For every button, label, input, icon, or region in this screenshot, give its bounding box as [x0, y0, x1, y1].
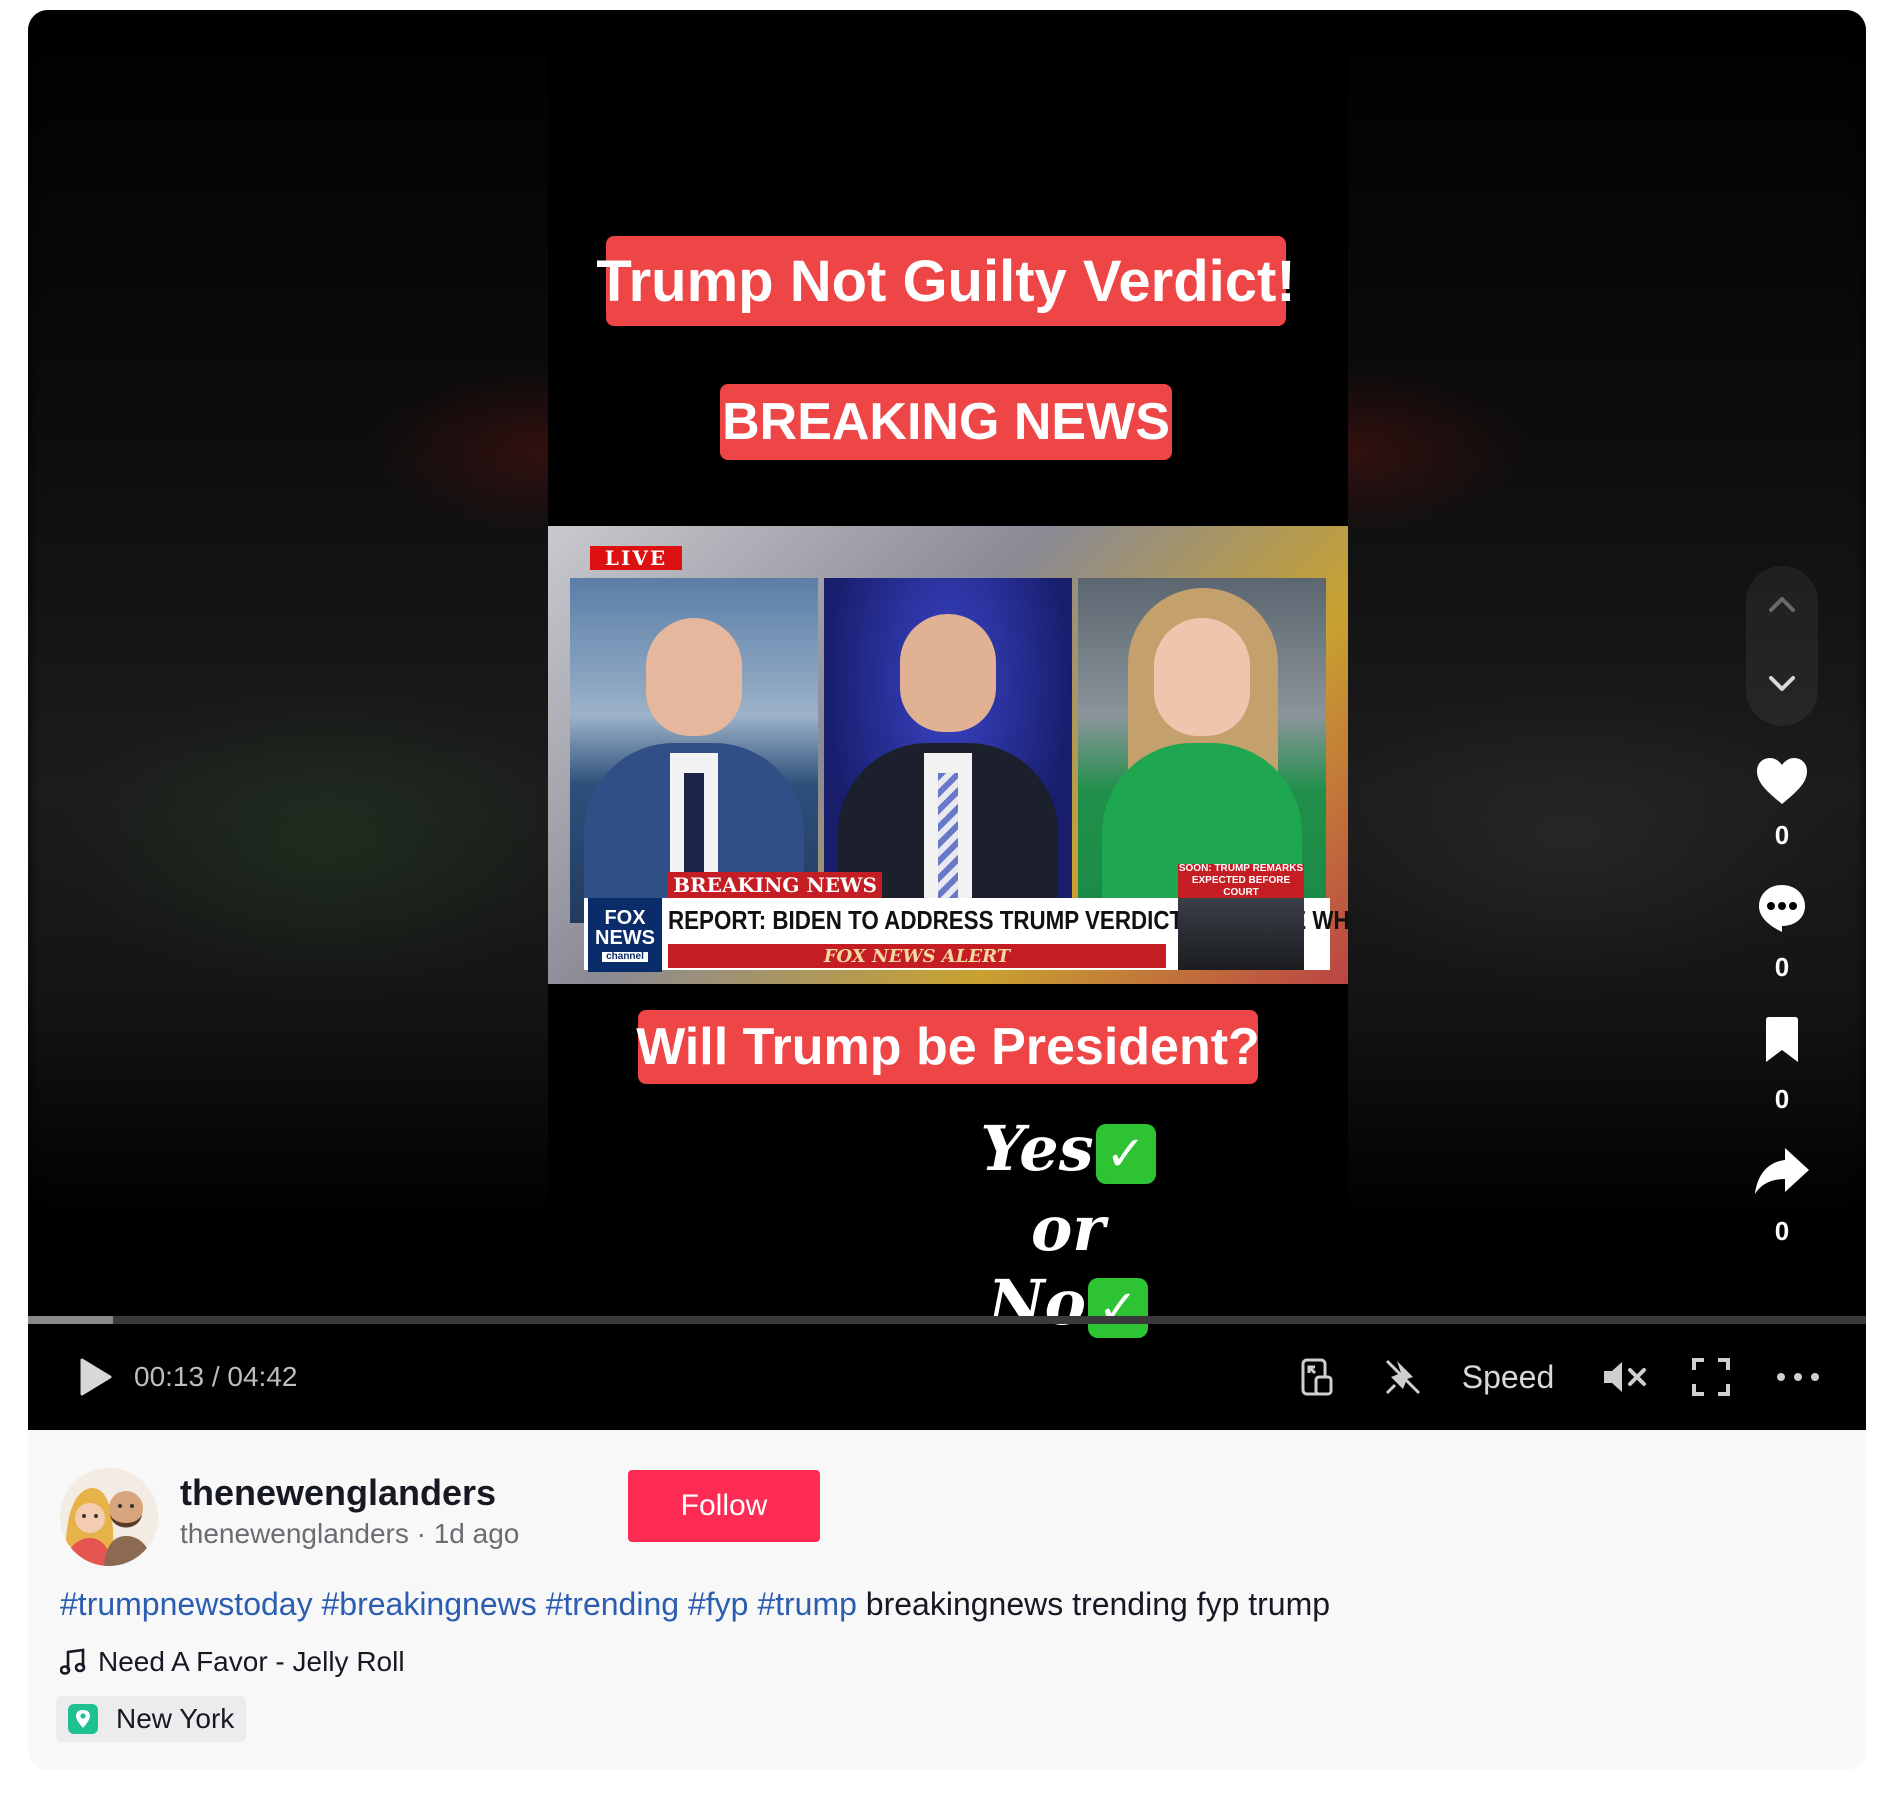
music-link[interactable]: Need A Favor - Jelly Roll — [60, 1646, 405, 1678]
broadcast-headline: REPORT: BIDEN TO ADDRESS TRUMP VERDICT F… — [668, 904, 1348, 935]
progress-bar[interactable] — [28, 1316, 1866, 1324]
news-broadcast-still: LIVE BREAKING NEWS FOX NEWS channel REPO… — [548, 526, 1348, 984]
chevron-up-icon — [1769, 597, 1795, 612]
hashtag-link[interactable]: #trumpnewstoday — [60, 1586, 313, 1622]
progress-fill — [28, 1316, 113, 1324]
hashtag-link[interactable]: #trump — [757, 1586, 857, 1622]
like-button[interactable] — [1746, 756, 1818, 806]
playback-time: 00:13 / 04:42 — [134, 1361, 298, 1392]
follow-button[interactable]: Follow — [628, 1470, 820, 1542]
hashtag-link[interactable]: #breakingnews — [321, 1586, 536, 1622]
more-options-button[interactable] — [1768, 1324, 1828, 1430]
author-meta: thenewenglanders · 1d ago — [180, 1518, 520, 1549]
broadcast-breaking-label: BREAKING NEWS — [668, 872, 882, 898]
comment-button[interactable] — [1746, 882, 1818, 934]
mini-player-button[interactable] — [1292, 1324, 1342, 1430]
play-icon — [80, 1358, 112, 1396]
next-video-button[interactable] — [1746, 654, 1818, 714]
comment-icon — [1759, 885, 1805, 932]
play-button[interactable] — [68, 1324, 124, 1430]
pin-off-icon — [1385, 1359, 1421, 1395]
picture-in-picture-icon — [1301, 1358, 1333, 1396]
location-tag[interactable]: New York — [56, 1696, 247, 1742]
hashtag-link[interactable]: #fyp — [688, 1586, 748, 1622]
share-button[interactable] — [1746, 1146, 1818, 1196]
chevron-down-icon — [1769, 676, 1795, 691]
more-dots-icon — [1777, 1373, 1819, 1381]
author-avatar[interactable] — [60, 1468, 158, 1566]
video-player[interactable]: Trump Not Guilty Verdict! BREAKING NEWS … — [28, 10, 1866, 1430]
poll-or: or — [1030, 1192, 1106, 1265]
overlay-question: Will Trump be President? — [636, 1010, 1260, 1084]
share-arrow-icon — [1755, 1148, 1809, 1194]
check-mark-icon: ✓ — [1095, 1124, 1156, 1184]
broadcast-side-note: SOON: TRUMP REMARKS EXPECTED BEFORE COUR… — [1178, 863, 1304, 898]
float-button[interactable] — [1378, 1324, 1428, 1430]
speed-button[interactable]: Speed — [1448, 1324, 1568, 1430]
video-caption: #trumpnewstoday #breakingnews #trending … — [60, 1586, 1330, 1623]
broadcast-alert: FOX NEWS ALERT — [668, 944, 1166, 968]
fullscreen-icon — [1692, 1358, 1730, 1396]
previous-video-button[interactable] — [1746, 574, 1818, 634]
mute-button[interactable] — [1596, 1324, 1656, 1430]
avatar-illustration-icon — [60, 1468, 158, 1566]
fullscreen-button[interactable] — [1686, 1324, 1736, 1430]
video-frame[interactable]: Trump Not Guilty Verdict! BREAKING NEWS … — [548, 10, 1348, 1338]
comment-count: 0 — [1774, 952, 1790, 982]
network-logo: FOX NEWS channel — [588, 898, 662, 972]
poll-yes-label: Yes — [980, 1112, 1094, 1185]
volume-muted-icon — [1604, 1362, 1646, 1392]
bookmark-icon — [1766, 1017, 1798, 1062]
location-pin-icon — [68, 1704, 98, 1734]
courthouse-camera — [1178, 898, 1304, 970]
poll-yes: Yes ✓ — [978, 1118, 1158, 1184]
overlay-title: Trump Not Guilty Verdict! — [596, 236, 1296, 326]
network-logo-mid: NEWS — [595, 927, 655, 949]
overlay-breaking-news: BREAKING NEWS — [720, 384, 1172, 460]
video-nav-group — [1746, 566, 1818, 726]
live-badge: LIVE — [590, 546, 682, 570]
hashtag-link[interactable]: #trending — [546, 1586, 679, 1622]
caption-text: breakingnews trending fyp trump — [865, 1586, 1331, 1622]
network-logo-top: FOX — [604, 907, 646, 929]
save-button[interactable] — [1746, 1016, 1818, 1064]
network-logo-sub: channel — [602, 952, 648, 962]
like-count: 0 — [1774, 820, 1790, 850]
video-card: Trump Not Guilty Verdict! BREAKING NEWS … — [28, 10, 1866, 1770]
music-note-icon — [60, 1648, 86, 1675]
author-name[interactable]: thenewenglanders — [180, 1472, 496, 1514]
location-label: New York — [116, 1703, 235, 1734]
music-title: Need A Favor - Jelly Roll — [98, 1646, 405, 1677]
share-count: 0 — [1774, 1216, 1790, 1246]
player-controls: 00:13 / 04:42 Speed — [28, 1324, 1866, 1430]
save-count: 0 — [1774, 1084, 1790, 1114]
heart-icon — [1757, 758, 1807, 804]
